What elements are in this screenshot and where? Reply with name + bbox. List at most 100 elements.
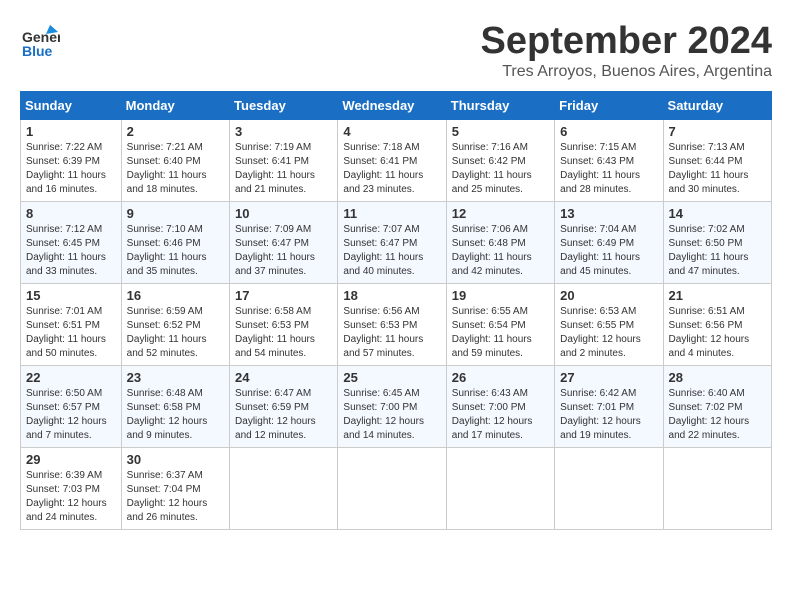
calendar-cell: 14 Sunrise: 7:02 AM Sunset: 6:50 PM Dayli… [663, 202, 771, 284]
title-area: September 2024 Tres Arroyos, Buenos Aire… [481, 20, 773, 81]
day-number: 22 [26, 370, 116, 385]
day-info: Sunrise: 7:02 AM Sunset: 6:50 PM Dayligh… [669, 223, 766, 279]
calendar-table: SundayMondayTuesdayWednesdayThursdayFrid… [20, 91, 772, 530]
day-info: Sunrise: 6:56 AM Sunset: 6:53 PM Dayligh… [343, 305, 440, 361]
day-info: Sunrise: 6:59 AM Sunset: 6:52 PM Dayligh… [127, 305, 224, 361]
day-number: 12 [452, 206, 549, 221]
calendar-cell: 3Sunrise: 7:19 AM Sunset: 6:41 PM Daylig… [230, 120, 338, 202]
day-info: Sunrise: 6:45 AM Sunset: 7:00 PM Dayligh… [343, 387, 440, 443]
calendar-cell: 26 Sunrise: 6:43 AM Sunset: 7:00 PM Dayli… [446, 366, 554, 448]
day-number: 11 [343, 206, 440, 221]
week-row-1: 1Sunrise: 7:22 AM Sunset: 6:39 PM Daylig… [21, 120, 772, 202]
calendar-cell: 2 Sunrise: 7:21 AM Sunset: 6:40 PM Daylig… [121, 120, 229, 202]
col-header-sunday: Sunday [21, 92, 122, 120]
day-info: Sunrise: 7:22 AM Sunset: 6:39 PM Dayligh… [26, 141, 116, 197]
calendar-cell: 4 Sunrise: 7:18 AM Sunset: 6:41 PM Daylig… [338, 120, 446, 202]
day-info: Sunrise: 7:19 AM Sunset: 6:41 PM Dayligh… [235, 141, 332, 197]
day-number: 9 [127, 206, 224, 221]
col-header-saturday: Saturday [663, 92, 771, 120]
day-info: Sunrise: 7:01 AM Sunset: 6:51 PM Dayligh… [26, 305, 116, 361]
day-info: Sunrise: 7:07 AM Sunset: 6:47 PM Dayligh… [343, 223, 440, 279]
calendar-cell: 12Sunrise: 7:06 AM Sunset: 6:48 PM Dayli… [446, 202, 554, 284]
col-header-thursday: Thursday [446, 92, 554, 120]
col-header-friday: Friday [555, 92, 663, 120]
calendar-cell: 27Sunrise: 6:42 AM Sunset: 7:01 PM Dayli… [555, 366, 663, 448]
location-title: Tres Arroyos, Buenos Aires, Argentina [481, 63, 773, 81]
day-number: 19 [452, 288, 549, 303]
calendar-cell: 15 Sunrise: 7:01 AM Sunset: 6:51 PM Dayli… [21, 284, 122, 366]
day-number: 18 [343, 288, 440, 303]
day-info: Sunrise: 7:13 AM Sunset: 6:44 PM Dayligh… [669, 141, 766, 197]
week-row-4: 22Sunrise: 6:50 AM Sunset: 6:57 PM Dayli… [21, 366, 772, 448]
day-info: Sunrise: 7:21 AM Sunset: 6:40 PM Dayligh… [127, 141, 224, 197]
day-info: Sunrise: 6:43 AM Sunset: 7:00 PM Dayligh… [452, 387, 549, 443]
calendar-cell: 5 Sunrise: 7:16 AM Sunset: 6:42 PM Daylig… [446, 120, 554, 202]
header-row: SundayMondayTuesdayWednesdayThursdayFrid… [21, 92, 772, 120]
day-number: 30 [127, 452, 224, 467]
day-info: Sunrise: 7:10 AM Sunset: 6:46 PM Dayligh… [127, 223, 224, 279]
calendar-cell: 17 Sunrise: 6:58 AM Sunset: 6:53 PM Dayli… [230, 284, 338, 366]
day-number: 26 [452, 370, 549, 385]
day-number: 2 [127, 124, 224, 139]
logo: General Blue [20, 20, 60, 65]
calendar-cell: 19 Sunrise: 6:55 AM Sunset: 6:54 PM Dayli… [446, 284, 554, 366]
calendar-cell [446, 448, 554, 530]
calendar-cell [230, 448, 338, 530]
day-info: Sunrise: 6:51 AM Sunset: 6:56 PM Dayligh… [669, 305, 766, 361]
day-number: 10 [235, 206, 332, 221]
day-number: 16 [127, 288, 224, 303]
calendar-cell [663, 448, 771, 530]
svg-text:Blue: Blue [22, 43, 53, 59]
day-number: 29 [26, 452, 116, 467]
calendar-cell: 28Sunrise: 6:40 AM Sunset: 7:02 PM Dayli… [663, 366, 771, 448]
day-info: Sunrise: 6:48 AM Sunset: 6:58 PM Dayligh… [127, 387, 224, 443]
week-row-3: 15 Sunrise: 7:01 AM Sunset: 6:51 PM Dayli… [21, 284, 772, 366]
month-title: September 2024 [481, 20, 773, 63]
day-number: 4 [343, 124, 440, 139]
day-info: Sunrise: 7:04 AM Sunset: 6:49 PM Dayligh… [560, 223, 657, 279]
calendar-cell [555, 448, 663, 530]
day-number: 17 [235, 288, 332, 303]
day-number: 8 [26, 206, 116, 221]
day-number: 24 [235, 370, 332, 385]
calendar-cell: 24 Sunrise: 6:47 AM Sunset: 6:59 PM Dayli… [230, 366, 338, 448]
day-number: 6 [560, 124, 657, 139]
calendar-cell: 8 Sunrise: 7:12 AM Sunset: 6:45 PM Daylig… [21, 202, 122, 284]
calendar-cell: 29Sunrise: 6:39 AM Sunset: 7:03 PM Dayli… [21, 448, 122, 530]
day-info: Sunrise: 7:12 AM Sunset: 6:45 PM Dayligh… [26, 223, 116, 279]
col-header-tuesday: Tuesday [230, 92, 338, 120]
calendar-cell [338, 448, 446, 530]
day-number: 14 [669, 206, 766, 221]
day-info: Sunrise: 7:09 AM Sunset: 6:47 PM Dayligh… [235, 223, 332, 279]
calendar-cell: 13 Sunrise: 7:04 AM Sunset: 6:49 PM Dayli… [555, 202, 663, 284]
col-header-wednesday: Wednesday [338, 92, 446, 120]
day-info: Sunrise: 6:40 AM Sunset: 7:02 PM Dayligh… [669, 387, 766, 443]
calendar-cell: 9 Sunrise: 7:10 AM Sunset: 6:46 PM Daylig… [121, 202, 229, 284]
day-number: 5 [452, 124, 549, 139]
day-number: 13 [560, 206, 657, 221]
calendar-cell: 30Sunrise: 6:37 AM Sunset: 7:04 PM Dayli… [121, 448, 229, 530]
week-row-5: 29Sunrise: 6:39 AM Sunset: 7:03 PM Dayli… [21, 448, 772, 530]
day-info: Sunrise: 6:53 AM Sunset: 6:55 PM Dayligh… [560, 305, 657, 361]
calendar-cell: 18 Sunrise: 6:56 AM Sunset: 6:53 PM Dayli… [338, 284, 446, 366]
calendar-cell: 7 Sunrise: 7:13 AM Sunset: 6:44 PM Daylig… [663, 120, 771, 202]
calendar-cell: 21 Sunrise: 6:51 AM Sunset: 6:56 PM Dayli… [663, 284, 771, 366]
calendar-cell: 22Sunrise: 6:50 AM Sunset: 6:57 PM Dayli… [21, 366, 122, 448]
week-row-2: 8 Sunrise: 7:12 AM Sunset: 6:45 PM Daylig… [21, 202, 772, 284]
day-info: Sunrise: 7:18 AM Sunset: 6:41 PM Dayligh… [343, 141, 440, 197]
day-info: Sunrise: 6:42 AM Sunset: 7:01 PM Dayligh… [560, 387, 657, 443]
day-number: 7 [669, 124, 766, 139]
calendar-cell: 10 Sunrise: 7:09 AM Sunset: 6:47 PM Dayli… [230, 202, 338, 284]
day-number: 20 [560, 288, 657, 303]
calendar-cell: 23Sunrise: 6:48 AM Sunset: 6:58 PM Dayli… [121, 366, 229, 448]
day-info: Sunrise: 6:55 AM Sunset: 6:54 PM Dayligh… [452, 305, 549, 361]
calendar-cell: 16 Sunrise: 6:59 AM Sunset: 6:52 PM Dayli… [121, 284, 229, 366]
logo-icon: General Blue [20, 20, 60, 65]
day-info: Sunrise: 7:16 AM Sunset: 6:42 PM Dayligh… [452, 141, 549, 197]
day-number: 25 [343, 370, 440, 385]
day-number: 15 [26, 288, 116, 303]
day-info: Sunrise: 6:47 AM Sunset: 6:59 PM Dayligh… [235, 387, 332, 443]
day-info: Sunrise: 7:15 AM Sunset: 6:43 PM Dayligh… [560, 141, 657, 197]
day-number: 21 [669, 288, 766, 303]
day-info: Sunrise: 6:58 AM Sunset: 6:53 PM Dayligh… [235, 305, 332, 361]
